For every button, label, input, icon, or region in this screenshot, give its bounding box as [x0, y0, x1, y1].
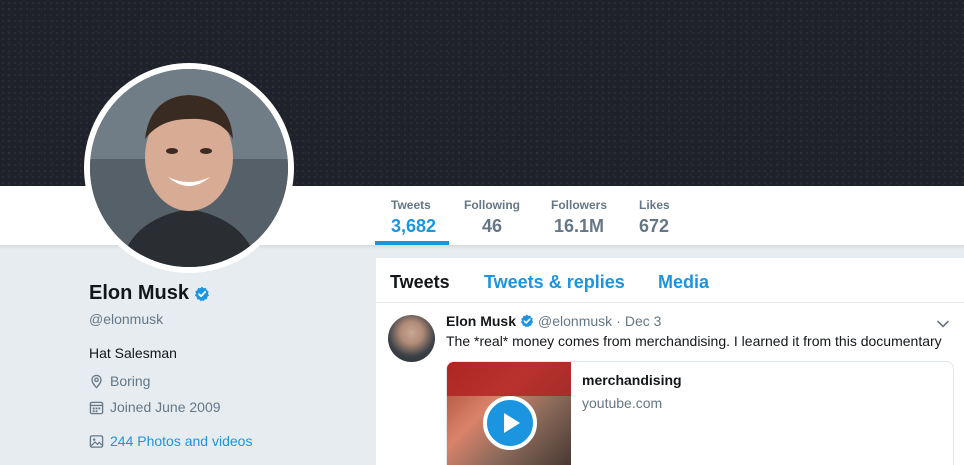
verified-badge-icon — [520, 314, 534, 328]
card-title: merchandising — [582, 372, 682, 388]
stat-value: 16.1M — [554, 216, 605, 236]
tweet-author-handle[interactable]: @elonmusk — [538, 313, 612, 329]
profile-bio: Hat Salesman — [89, 345, 177, 361]
verified-badge-icon — [195, 286, 210, 301]
stat-followers[interactable]: Followers 16.1M — [549, 198, 609, 238]
stat-label: Tweets — [391, 198, 431, 212]
play-icon[interactable] — [483, 396, 537, 450]
profile-display-name[interactable]: Elon Musk — [89, 282, 189, 305]
stat-label: Followers — [551, 198, 608, 212]
tweet-text: The *real* money comes from merchandisin… — [446, 333, 942, 349]
stat-likes[interactable]: Likes 672 — [637, 198, 672, 238]
tweet-author-avatar[interactable] — [388, 315, 435, 362]
link-preview-card[interactable]: merchandising youtube.com — [446, 361, 954, 465]
profile-joined: Joined June 2009 — [89, 399, 359, 415]
photos-videos-link[interactable]: 244 Photos and videos — [89, 433, 359, 449]
calendar-icon — [89, 401, 104, 414]
chevron-down-icon[interactable] — [936, 317, 950, 331]
card-domain: youtube.com — [582, 395, 663, 411]
video-thumbnail[interactable] — [447, 362, 571, 465]
joined-text: Joined June 2009 — [110, 399, 221, 415]
tab-media[interactable]: Media — [658, 272, 709, 293]
location-pin-icon — [91, 374, 102, 389]
photos-videos-text[interactable]: 244 Photos and videos — [110, 433, 252, 449]
stat-tweets[interactable]: Tweets 3,682 — [389, 198, 438, 238]
tweet-timeline: Tweets Tweets & replies Media Elon Musk … — [375, 258, 964, 465]
photo-icon — [89, 434, 104, 448]
profile-handle[interactable]: @elonmusk — [89, 311, 359, 327]
stat-following[interactable]: Following 46 — [462, 198, 522, 238]
tab-tweets-and-replies[interactable]: Tweets & replies — [484, 272, 625, 293]
tweet-date[interactable]: Dec 3 — [625, 313, 662, 329]
tab-tweets[interactable]: Tweets — [390, 272, 450, 293]
profile-avatar[interactable] — [90, 69, 288, 267]
tweet-author-name[interactable]: Elon Musk — [446, 313, 516, 329]
stat-label: Likes — [639, 198, 670, 212]
stat-value: 672 — [639, 216, 670, 236]
profile-avatar-frame[interactable] — [84, 63, 294, 273]
profile-location: Boring — [89, 373, 359, 389]
timeline-tabs: Tweets Tweets & replies Media — [376, 258, 964, 303]
stat-label: Following — [464, 198, 520, 212]
active-stat-underline — [375, 241, 449, 245]
tweet-separator: · — [616, 313, 621, 329]
stat-value: 3,682 — [391, 216, 437, 236]
profile-name-row: Elon Musk — [89, 282, 359, 305]
tweet-item[interactable]: Elon Musk @elonmusk · Dec 3 The *real* m… — [376, 303, 964, 465]
stat-value: 46 — [482, 216, 503, 236]
tweet-header: Elon Musk @elonmusk · Dec 3 — [446, 313, 661, 329]
profile-sidebar: Elon Musk @elonmusk Hat Salesman Boring … — [89, 282, 359, 449]
avatar-portrait-icon — [90, 69, 288, 267]
location-text: Boring — [110, 373, 151, 389]
